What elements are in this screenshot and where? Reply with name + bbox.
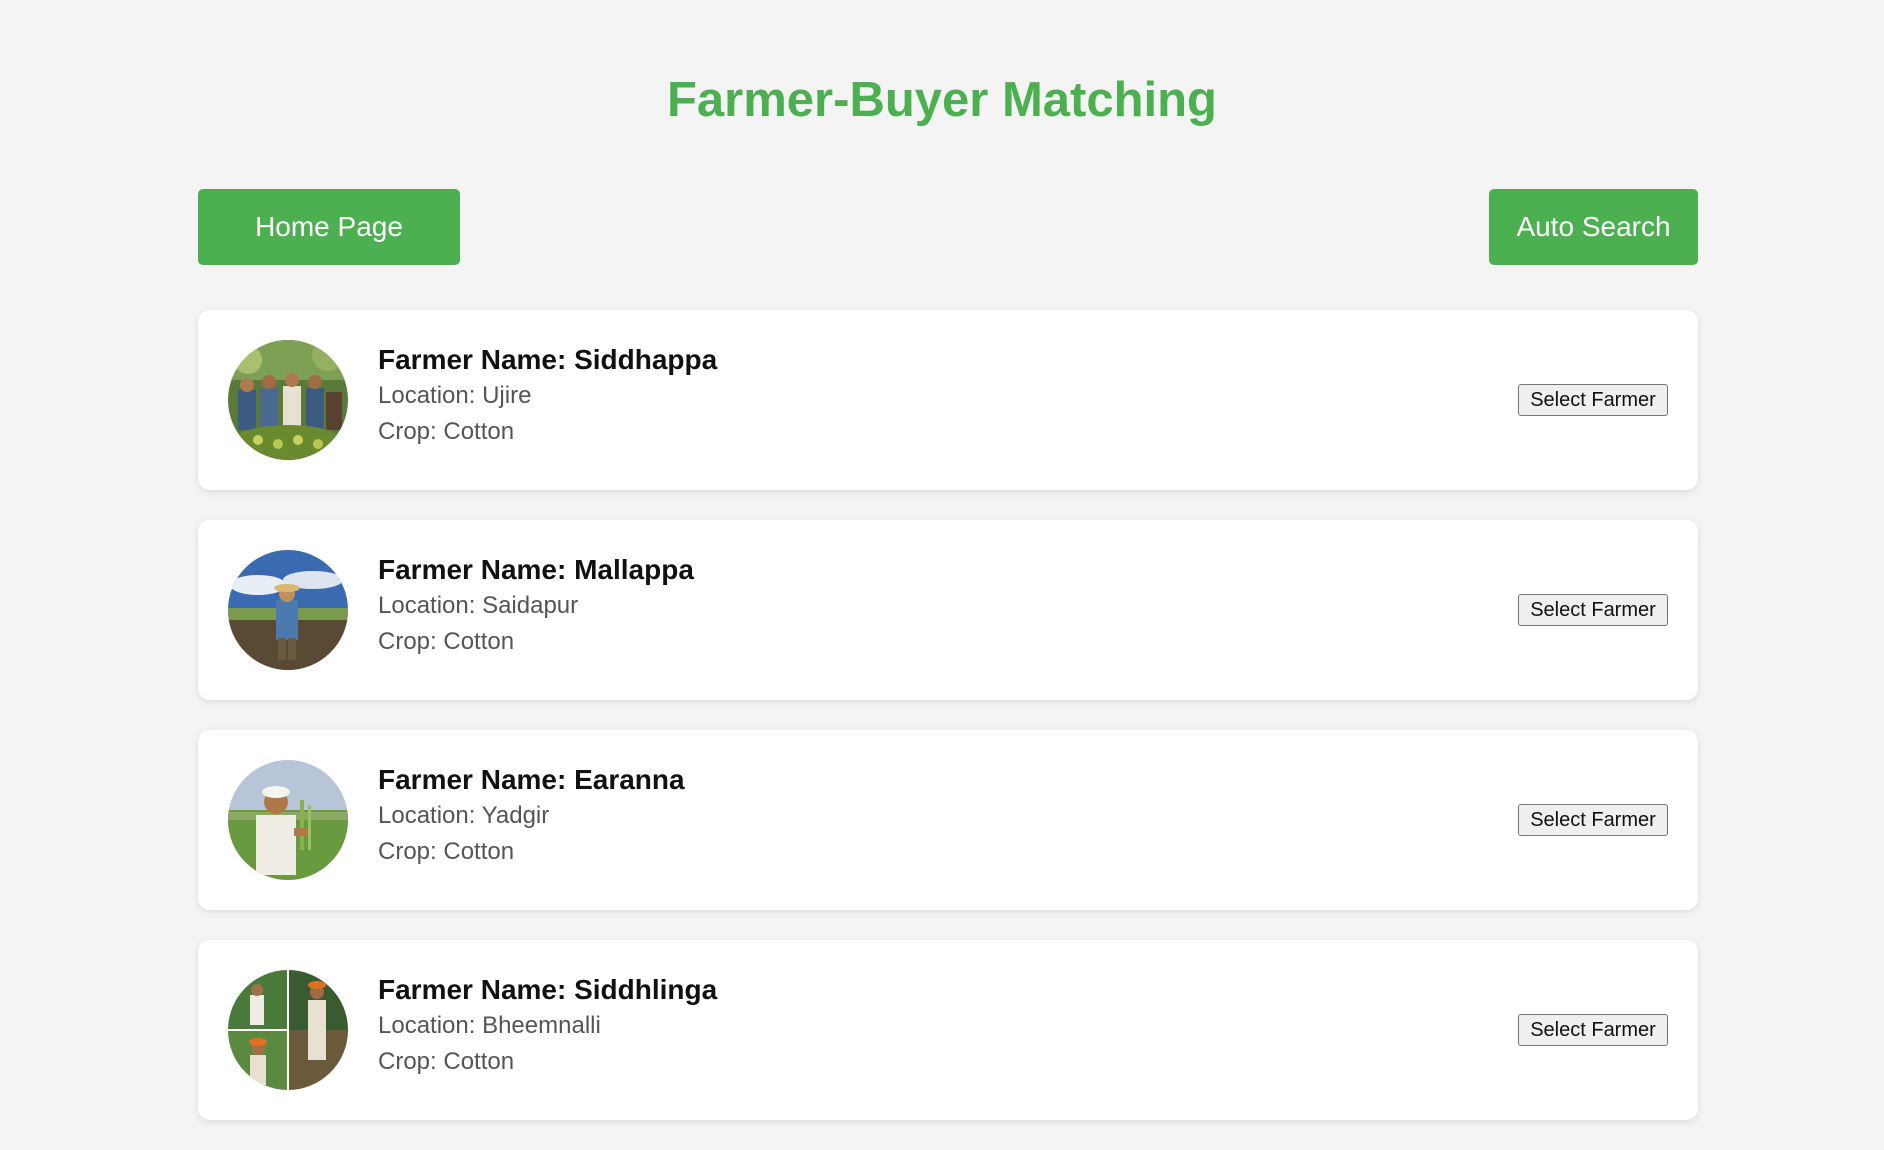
farmer-info: Farmer Name: Mallappa Location: Saidapur…	[378, 552, 694, 660]
farmer-name: Farmer Name: Siddhlinga	[378, 974, 718, 1005]
farmer-info: Farmer Name: Siddhlinga Location: Bheemn…	[378, 972, 717, 1080]
farmer-in-field-sky-photo-icon	[228, 550, 348, 670]
farmer-with-crop-photo-icon	[228, 760, 348, 880]
farmers-collage-photo-icon	[228, 970, 348, 1090]
farmers-with-baskets-photo-icon	[228, 340, 348, 460]
farmer-card: Farmer Name: Mallappa Location: Saidapur…	[198, 520, 1698, 700]
select-farmer-button[interactable]: Select Farmer	[1518, 384, 1668, 416]
select-farmer-button[interactable]: Select Farmer	[1518, 594, 1668, 626]
farmer-avatar	[228, 970, 348, 1090]
page-title: Farmer-Buyer Matching	[666, 73, 1217, 127]
farmer-info: Farmer Name: Earanna Location: Yadgir Cr…	[378, 762, 685, 870]
farmer-location: Location: Yadgir	[378, 802, 550, 829]
farmer-card: Farmer Name: Siddhappa Location: Ujire C…	[198, 310, 1698, 490]
farmer-list: Farmer Name: Siddhappa Location: Ujire C…	[198, 310, 1698, 1150]
select-farmer-button[interactable]: Select Farmer	[1518, 804, 1668, 836]
select-farmer-button[interactable]: Select Farmer	[1518, 1014, 1668, 1046]
farmer-avatar	[228, 550, 348, 670]
farmer-crop: Crop: Cotton	[378, 1048, 515, 1075]
auto-search-button[interactable]: Auto Search	[1489, 189, 1698, 265]
farmer-card: Farmer Name: Earanna Location: Yadgir Cr…	[198, 730, 1698, 910]
farmer-crop: Crop: Cotton	[378, 628, 515, 655]
farmer-name: Farmer Name: Earanna	[378, 764, 685, 795]
farmer-location: Location: Ujire	[378, 382, 532, 409]
farmer-crop: Crop: Cotton	[378, 418, 515, 445]
farmer-name: Farmer Name: Siddhappa	[378, 344, 718, 375]
farmer-location: Location: Saidapur	[378, 592, 579, 619]
farmer-card: Farmer Name: Siddhlinga Location: Bheemn…	[198, 940, 1698, 1120]
farmer-crop: Crop: Cotton	[378, 838, 515, 865]
farmer-info: Farmer Name: Siddhappa Location: Ujire C…	[378, 342, 717, 450]
home-page-button[interactable]: Home Page	[198, 189, 460, 265]
farmer-avatar	[228, 760, 348, 880]
farmer-location: Location: Bheemnalli	[378, 1012, 601, 1039]
farmer-avatar	[228, 340, 348, 460]
farmer-name: Farmer Name: Mallappa	[378, 554, 694, 585]
